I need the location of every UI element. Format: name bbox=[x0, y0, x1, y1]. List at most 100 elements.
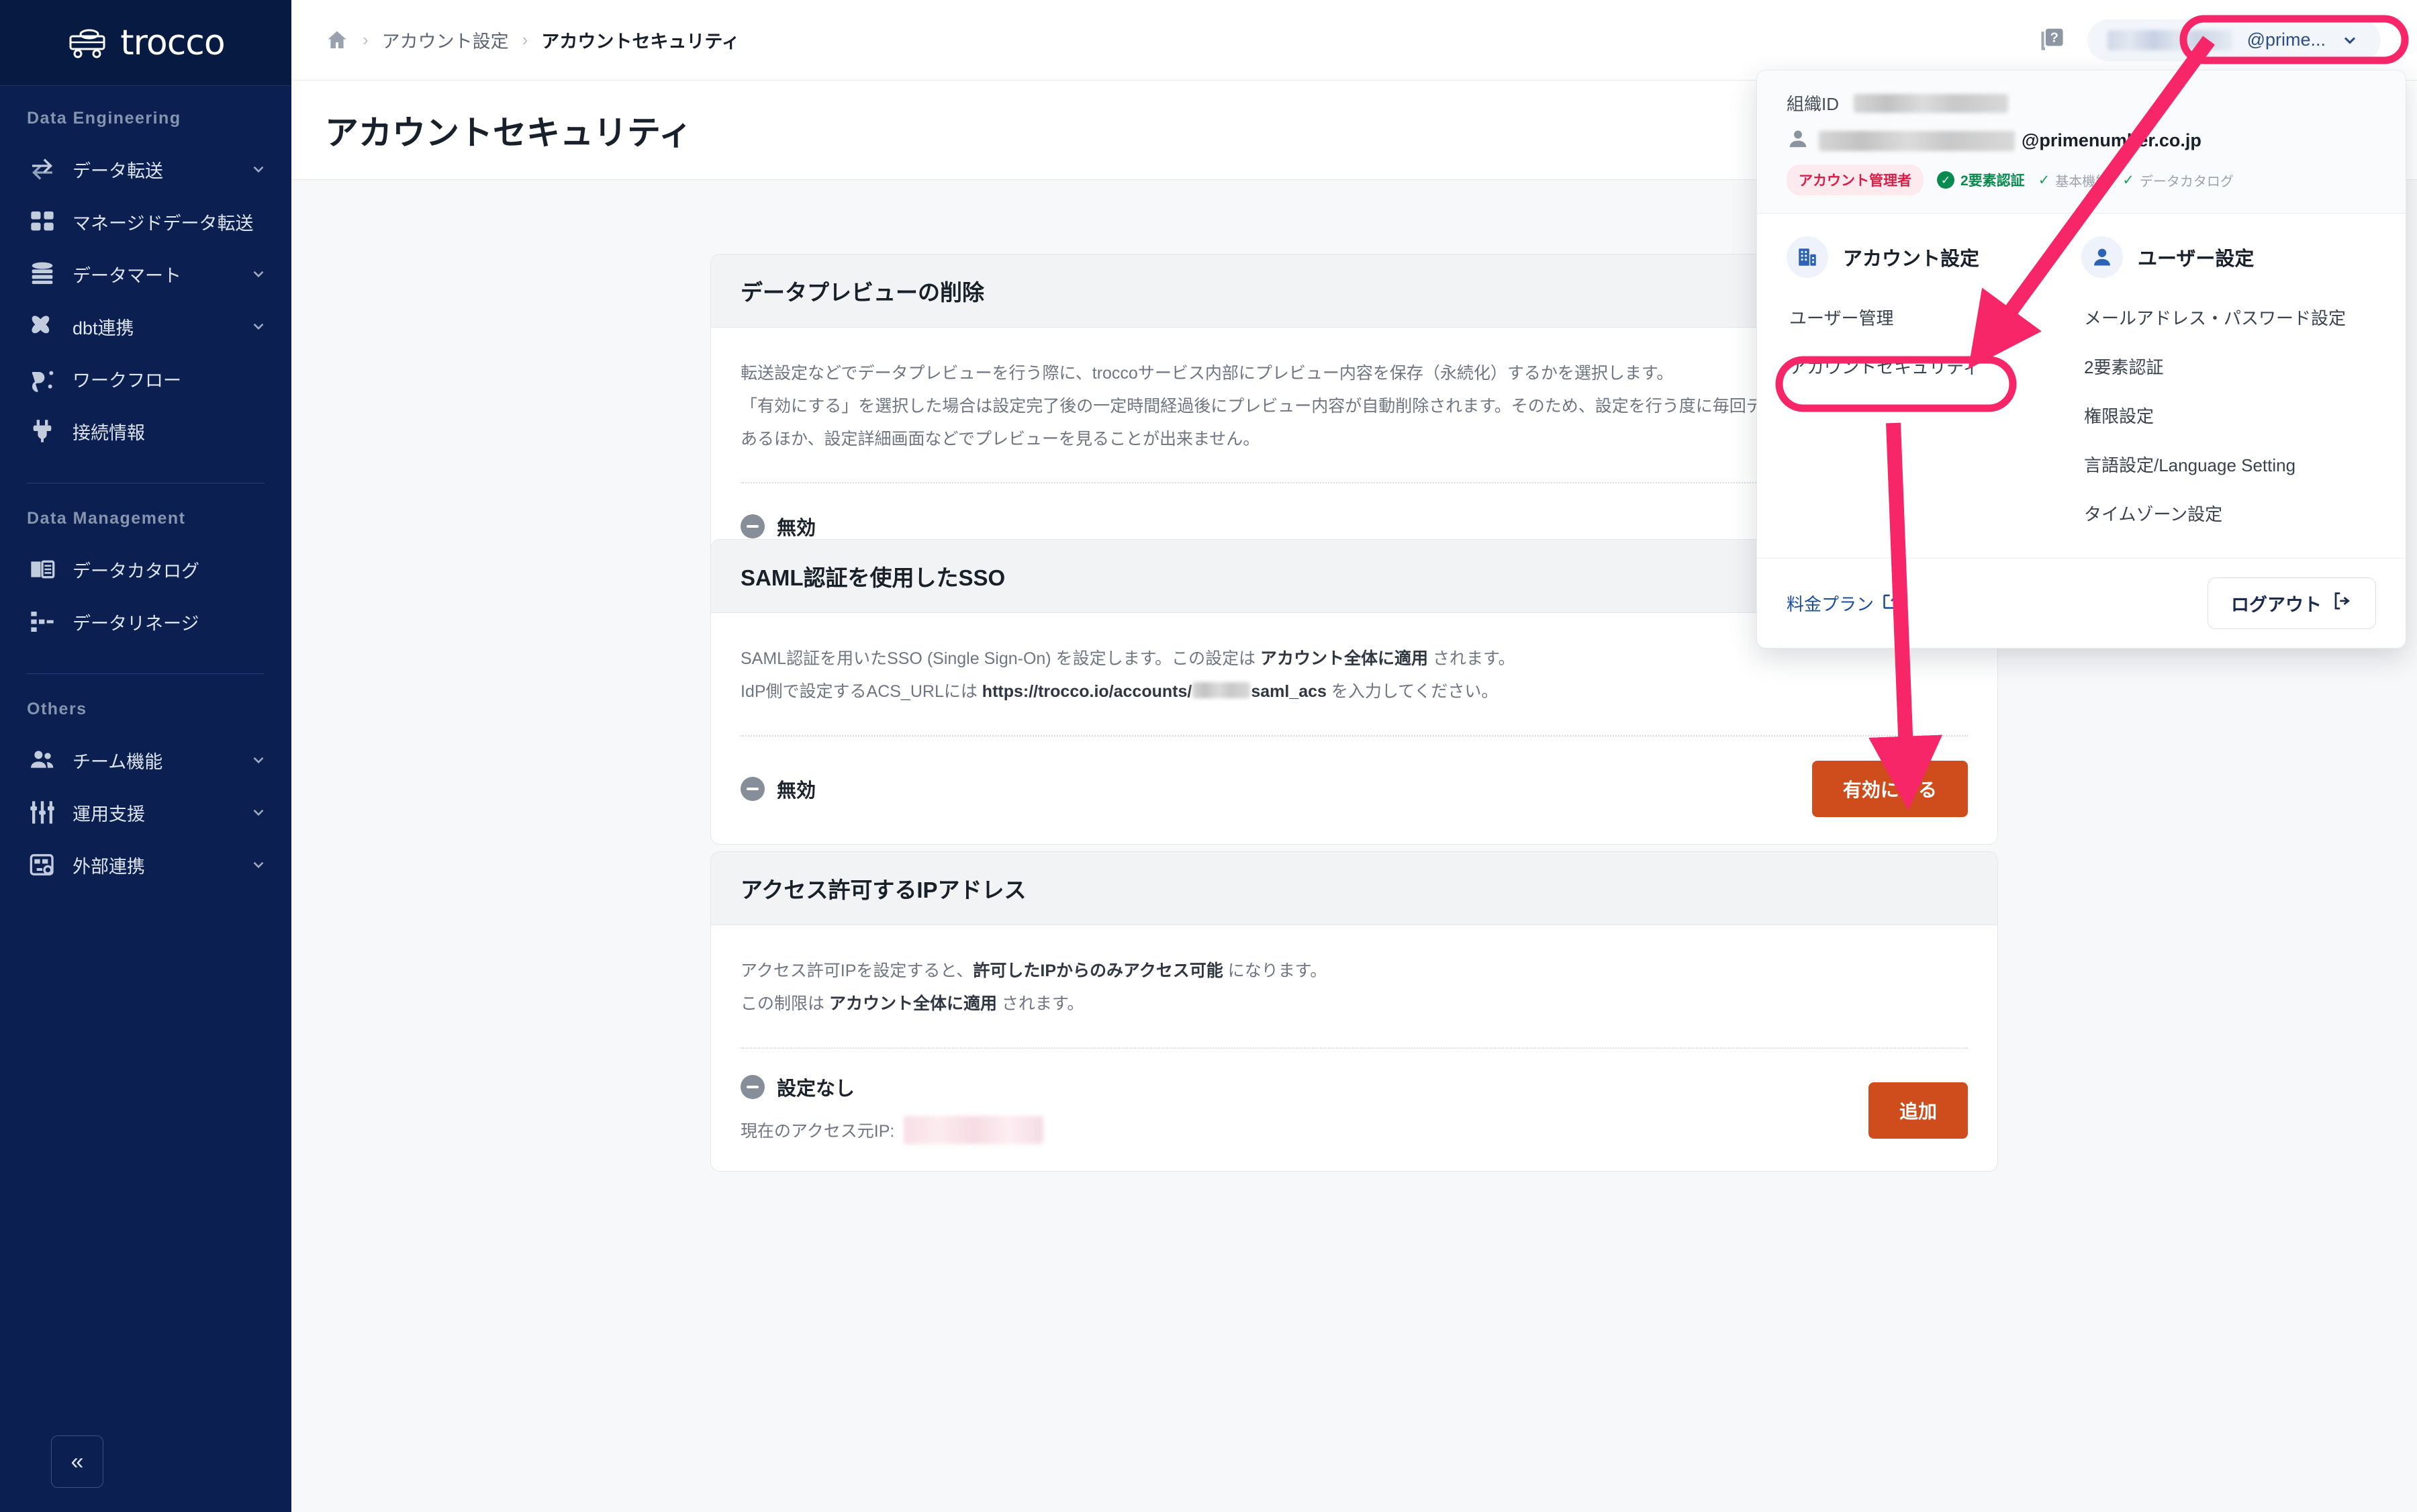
plug-icon bbox=[27, 416, 58, 446]
current-ip-label: 現在のアクセス元IP: bbox=[741, 1121, 895, 1141]
card-description: SAML認証を用いたSSO (Single Sign-On) を設定します。この… bbox=[741, 643, 1968, 708]
text-segment: IdP側で設定するACS_URLには bbox=[741, 681, 982, 701]
building-icon bbox=[1787, 236, 1828, 278]
sidebar-nav: Data Engineering データ転送 マネージドデータ転送 データマート bbox=[0, 86, 291, 1411]
sidebar-item-data-transfer[interactable]: データ転送 bbox=[0, 143, 291, 195]
text-segment: この制限は bbox=[741, 994, 829, 1013]
dropdown-account-summary: 組織ID @primenumber.co.jp アカウント管理者 ✓ 2要素認証… bbox=[1757, 70, 2406, 214]
app-logo[interactable]: trocco bbox=[0, 0, 291, 86]
text-segment: になります。 bbox=[1223, 961, 1327, 980]
account-tags: アカウント管理者 ✓ 2要素認証 ✓ 基本機能 ✓ データカタログ bbox=[1787, 164, 2376, 195]
dropdown-link-timezone[interactable]: タイムゾーン設定 bbox=[2081, 489, 2376, 538]
sidebar: trocco Data Engineering データ転送 マネージドデータ転送 bbox=[0, 0, 291, 1512]
dropdown-link-account-security[interactable]: アカウントセキュリティ bbox=[1787, 342, 2081, 391]
check-icon: ✓ bbox=[2038, 172, 2050, 188]
svg-text:?: ? bbox=[2050, 30, 2058, 45]
status-label: 無効 bbox=[777, 779, 816, 802]
sidebar-item-managed-data-transfer[interactable]: マネージドデータ転送 bbox=[0, 195, 291, 248]
user-account-chip[interactable]: @prime... bbox=[2087, 19, 2381, 61]
breadcrumb: › アカウント設定 › アカウントセキュリティ bbox=[325, 27, 740, 53]
chevron-down-icon bbox=[250, 804, 267, 821]
sidebar-item-data-lineage[interactable]: データリネージ bbox=[0, 596, 291, 648]
minus-circle-icon bbox=[741, 1074, 765, 1099]
external-link-box-icon bbox=[27, 849, 58, 880]
add-ip-button[interactable]: 追加 bbox=[1868, 1082, 1968, 1139]
sidebar-section-title-data-engineering: Data Engineering bbox=[27, 109, 181, 128]
chevron-down-icon bbox=[250, 265, 267, 283]
sidebar-section-title-data-management: Data Management bbox=[27, 509, 186, 528]
organization-id-label: 組織ID bbox=[1787, 94, 1840, 114]
card-desc-line: アクセス許可IPを設定すると、許可したIPからのみアクセス可能 になります。 bbox=[741, 955, 1968, 988]
sidebar-item-data-mart[interactable]: データマート bbox=[0, 248, 291, 300]
sidebar-item-workflow[interactable]: ワークフロー bbox=[0, 352, 291, 405]
logout-button[interactable]: ログアウト bbox=[2208, 577, 2376, 629]
dropdown-link-language[interactable]: 言語設定/Language Setting bbox=[2081, 440, 2376, 489]
chevron-down-icon bbox=[2340, 31, 2359, 50]
dropdown-link-permissions[interactable]: 権限設定 bbox=[2081, 391, 2376, 440]
pricing-plan-link[interactable]: 料金プラン bbox=[1787, 591, 1901, 616]
grid-icon bbox=[27, 206, 58, 237]
external-link-icon bbox=[1882, 592, 1901, 615]
sidebar-item-label: データ転送 bbox=[73, 160, 163, 181]
text-segment: されます。 bbox=[996, 994, 1084, 1013]
check-circle-icon: ✓ bbox=[1937, 171, 1954, 189]
minus-circle-icon bbox=[741, 776, 765, 801]
sidebar-divider bbox=[27, 673, 265, 674]
breadcrumb-separator: › bbox=[522, 30, 528, 50]
dropdown-link-user-management[interactable]: ユーザー管理 bbox=[1787, 293, 2081, 342]
top-bar: › アカウント設定 › アカウントセキュリティ ? @prime... bbox=[291, 0, 2417, 81]
sliders-icon bbox=[27, 797, 58, 828]
sidebar-item-label: 接続情報 bbox=[73, 422, 145, 443]
card-ip-allowlist: アクセス許可するIPアドレス アクセス許可IPを設定すると、許可したIPからのみ… bbox=[710, 851, 1998, 1172]
basic-label: 基本機能 bbox=[2055, 174, 2110, 189]
help-icon[interactable]: ? bbox=[2038, 26, 2067, 55]
two-factor-label: 2要素認証 bbox=[1960, 173, 2025, 189]
data-catalog-label: データカタログ bbox=[2139, 174, 2234, 189]
home-icon[interactable] bbox=[325, 28, 349, 52]
enable-sso-button[interactable]: 有効にする bbox=[1811, 760, 1968, 817]
account-dropdown-menu: 組織ID @primenumber.co.jp アカウント管理者 ✓ 2要素認証… bbox=[1756, 70, 2406, 649]
sidebar-collapse-button[interactable]: « bbox=[51, 1435, 103, 1488]
status-badge: 無効 bbox=[741, 512, 816, 540]
text-segment: されます。 bbox=[1428, 649, 1515, 668]
minus-circle-icon bbox=[741, 514, 765, 539]
status-badge-data-catalog: ✓ データカタログ bbox=[2122, 171, 2234, 190]
sidebar-item-connections[interactable]: 接続情報 bbox=[0, 405, 291, 457]
sidebar-item-team[interactable]: チーム機能 bbox=[0, 734, 291, 786]
sidebar-item-operations[interactable]: 運用支援 bbox=[0, 786, 291, 839]
dropdown-link-email-password[interactable]: メールアドレス・パスワード設定 bbox=[2081, 293, 2376, 342]
sidebar-item-label: ワークフロー bbox=[73, 370, 181, 391]
status-badge: 設定なし bbox=[741, 1073, 1043, 1101]
card-description: アクセス許可IPを設定すると、許可したIPからのみアクセス可能 になります。 こ… bbox=[741, 955, 1968, 1021]
user-email-redacted bbox=[2107, 30, 2232, 50]
sidebar-item-data-catalog[interactable]: データカタログ bbox=[0, 543, 291, 596]
breadcrumb-separator: › bbox=[363, 30, 369, 50]
sidebar-item-external-integration[interactable]: 外部連携 bbox=[0, 839, 291, 891]
lineage-icon bbox=[27, 606, 58, 637]
text-emphasis: アカウント全体に適用 bbox=[1260, 649, 1429, 668]
status-badge-admin: アカウント管理者 bbox=[1787, 164, 1924, 195]
breadcrumb-parent-link[interactable]: アカウント設定 bbox=[382, 27, 509, 53]
pricing-plan-label: 料金プラン bbox=[1787, 594, 1875, 614]
card-desc-line: この制限は アカウント全体に適用 されます。 bbox=[741, 988, 1968, 1021]
text-emphasis: アカウント全体に適用 bbox=[828, 994, 997, 1013]
dropdown-link-two-factor[interactable]: 2要素認証 bbox=[2081, 342, 2376, 391]
sidebar-item-dbt[interactable]: dbt連携 bbox=[0, 300, 291, 352]
sidebar-item-label: マネージドデータ転送 bbox=[73, 213, 254, 234]
app-brand-name: trocco bbox=[120, 22, 225, 63]
current-ip-row: 現在のアクセス元IP: bbox=[741, 1115, 1044, 1144]
sidebar-item-label: データカタログ bbox=[73, 561, 199, 581]
acs-url-suffix: saml_acs bbox=[1251, 681, 1327, 701]
book-icon bbox=[27, 554, 58, 585]
text-emphasis: 許可したIPからのみアクセス可能 bbox=[973, 961, 1223, 980]
trocco-logo-icon bbox=[66, 28, 108, 58]
text-segment: アクセス許可IPを設定すると、 bbox=[741, 961, 974, 980]
text-segment: SAML認証を用いたSSO (Single Sign-On) を設定します。この… bbox=[741, 649, 1261, 668]
sidebar-item-label: チーム機能 bbox=[73, 751, 163, 772]
dropdown-column-title: ユーザー設定 bbox=[2138, 248, 2255, 270]
sidebar-item-label: 外部連携 bbox=[73, 856, 145, 877]
status-badge-two-factor: ✓ 2要素認証 bbox=[1937, 170, 2025, 190]
workflow-icon bbox=[27, 363, 58, 394]
status-label: 設定なし bbox=[777, 1078, 855, 1100]
sidebar-item-label: データマート bbox=[73, 265, 181, 286]
